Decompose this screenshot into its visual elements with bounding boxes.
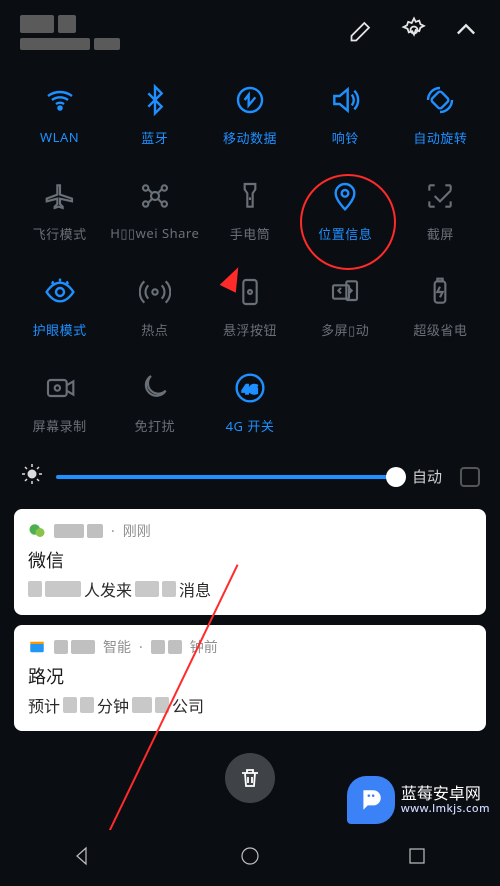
location-icon xyxy=(329,180,361,212)
brightness-icon xyxy=(20,462,44,491)
header xyxy=(14,0,486,64)
notification-card[interactable]: · 刚刚 微信 人发来 消息 xyxy=(14,509,486,615)
toggle-flashlight[interactable]: 手电筒 xyxy=(204,172,295,250)
share-icon xyxy=(139,180,171,212)
notif-body: 预计 分钟 公司 xyxy=(28,693,472,717)
nav-recents[interactable] xyxy=(405,844,429,873)
mobile-data-icon xyxy=(234,84,266,116)
toggle-huawei-share[interactable]: H▯▯wei Share xyxy=(109,172,200,250)
auto-brightness-checkbox[interactable] xyxy=(460,467,480,487)
eye-icon xyxy=(44,276,76,308)
settings-icon[interactable] xyxy=(400,16,428,49)
multiscreen-icon xyxy=(329,276,361,308)
notif-body: 人发来 消息 xyxy=(28,577,472,601)
notif-title: 微信 xyxy=(28,547,472,573)
hotspot-icon xyxy=(139,276,171,308)
toggle-wlan[interactable]: WLAN xyxy=(14,76,105,154)
wechat-icon xyxy=(28,522,46,540)
bluetooth-icon xyxy=(139,84,171,116)
dnd-icon xyxy=(139,372,171,404)
watermark: 蓝莓安卓网 www.lmkjs.com xyxy=(347,776,490,824)
toggle-multiscreen[interactable]: 多屏▯动 xyxy=(300,268,391,346)
toggle-location[interactable]: 位置信息 xyxy=(300,172,391,250)
status-left xyxy=(20,15,120,50)
wifi-icon xyxy=(44,84,76,116)
notif-time: 钟前 xyxy=(190,637,218,657)
notif-title: 路况 xyxy=(28,663,472,689)
toggle-screen-record[interactable]: 屏幕录制 xyxy=(14,364,105,442)
auto-brightness-label: 自动 xyxy=(412,466,442,487)
edit-icon[interactable] xyxy=(348,16,376,49)
toggle-ultra-battery[interactable]: 超级省电 xyxy=(395,268,486,346)
collapse-icon[interactable] xyxy=(452,16,480,49)
screenshot-icon xyxy=(424,180,456,212)
rotation-icon xyxy=(424,84,456,116)
toggle-dnd[interactable]: 免打扰 xyxy=(109,364,200,442)
toggle-hotspot[interactable]: 热点 xyxy=(109,268,200,346)
clear-all-button[interactable] xyxy=(225,753,275,803)
record-icon xyxy=(44,372,76,404)
brightness-slider[interactable] xyxy=(56,475,396,479)
toggle-4g[interactable]: 4G4G 开关 xyxy=(204,364,295,442)
notification-list: · 刚刚 微信 人发来 消息 智能· 钟前 路况 预计 分钟 xyxy=(0,509,500,731)
brightness-row: 自动 xyxy=(14,462,486,491)
toggle-screenshot[interactable]: 截屏 xyxy=(395,172,486,250)
trash-icon xyxy=(238,766,262,790)
watermark-url: www.lmkjs.com xyxy=(401,803,490,816)
toggle-mobile-data[interactable]: 移动数据 xyxy=(204,76,295,154)
floating-icon xyxy=(234,276,266,308)
battery-icon xyxy=(424,276,456,308)
nav-back[interactable] xyxy=(71,844,95,873)
toggle-bluetooth[interactable]: 蓝牙 xyxy=(109,76,200,154)
navigation-bar xyxy=(0,830,500,886)
flashlight-icon xyxy=(234,180,266,212)
slider-thumb[interactable] xyxy=(386,467,406,487)
toggle-rotation[interactable]: 自动旋转 xyxy=(395,76,486,154)
notification-card[interactable]: 智能· 钟前 路况 预计 分钟 公司 xyxy=(14,625,486,731)
nav-home[interactable] xyxy=(238,844,262,873)
sound-icon xyxy=(329,84,361,116)
toggle-eye-comfort[interactable]: 护眼模式 xyxy=(14,268,105,346)
notif-time: 刚刚 xyxy=(123,521,151,541)
fourg-icon: 4G xyxy=(234,372,266,404)
toggle-airplane[interactable]: 飞行模式 xyxy=(14,172,105,250)
svg-text:4G: 4G xyxy=(242,380,258,397)
smart-icon xyxy=(28,638,46,656)
quick-settings-grid: WLAN 蓝牙 移动数据 响铃 自动旋转 飞行模式 H▯▯wei Share 手… xyxy=(14,76,486,442)
toggle-ringer[interactable]: 响铃 xyxy=(300,76,391,154)
airplane-icon xyxy=(44,180,76,212)
watermark-badge xyxy=(347,776,395,824)
toggle-floating-dock[interactable]: 悬浮按钮 xyxy=(204,268,295,346)
